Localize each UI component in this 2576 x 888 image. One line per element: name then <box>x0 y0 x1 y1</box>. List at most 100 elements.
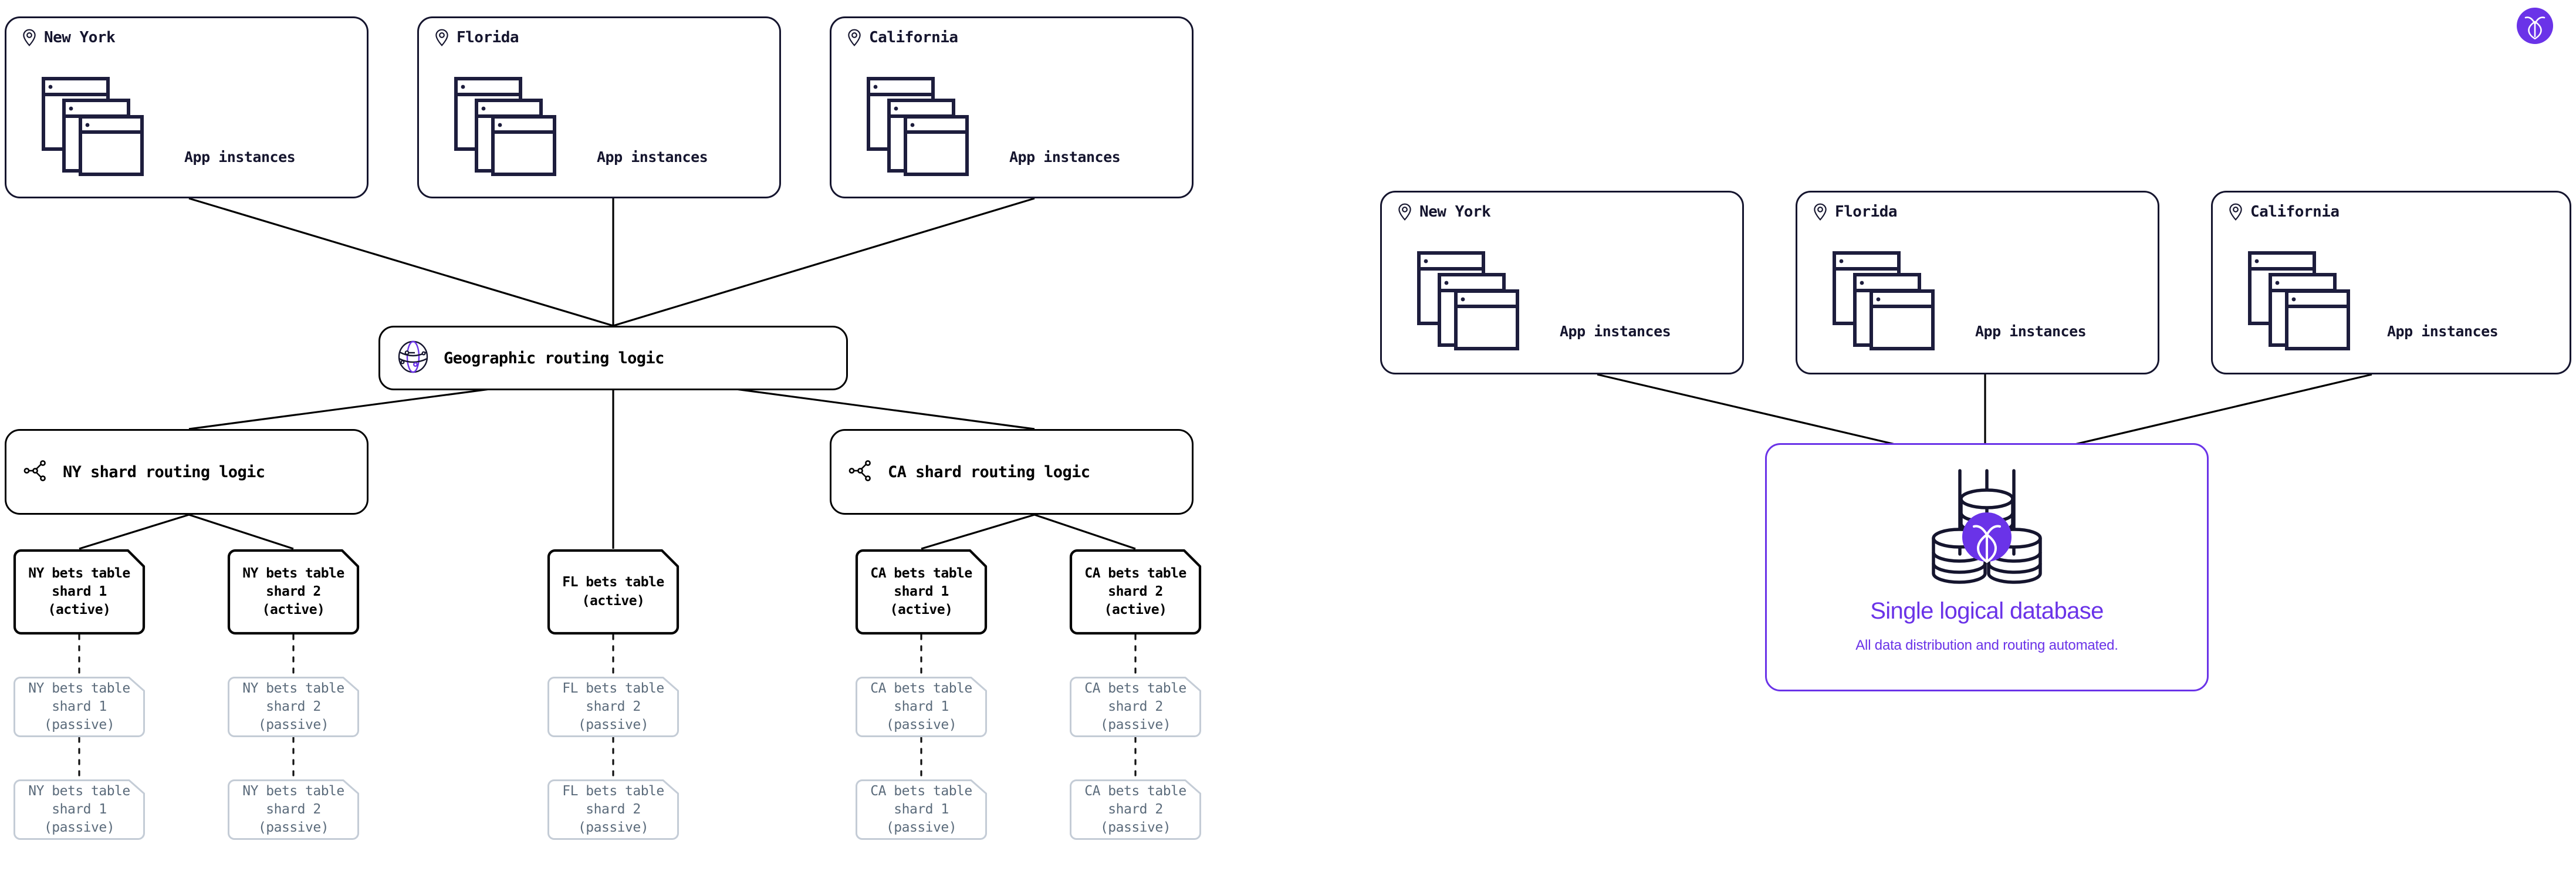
table-line: CA bets table <box>870 565 972 581</box>
app-instances-stack-icon <box>1831 250 1937 355</box>
table-node-label: NY bets table shard 2 (active) <box>227 549 360 635</box>
app-instances-label: App instances <box>1975 323 2087 340</box>
table-line: FL bets table <box>562 680 664 696</box>
ny-shard-routing-logic-label: NY shard routing logic <box>63 462 265 481</box>
table-line: shard 2 <box>266 801 321 817</box>
table-node-ca-shard-1-active[interactable]: CA bets table shard 1 (active) <box>855 549 988 635</box>
ca-shard-routing-logic-label: CA shard routing logic <box>888 462 1090 481</box>
table-node-ny-shard-1-passive-1[interactable]: NY bets table shard 1 (passive) <box>13 676 146 738</box>
table-node-ca-shard-2-passive-1[interactable]: CA bets table shard 2 (passive) <box>1069 676 1202 738</box>
hero-subtitle: All data distribution and routing automa… <box>1855 637 2118 653</box>
map-pin-icon <box>1813 203 1828 221</box>
table-node-fl-shard-2-passive-1[interactable]: FL bets table shard 2 (passive) <box>547 676 680 738</box>
table-line: NY bets table <box>28 680 130 696</box>
table-node-label: NY bets table shard 2 (passive) <box>227 676 360 738</box>
table-line: (passive) <box>577 820 649 836</box>
table-node-label: CA bets table shard 2 (passive) <box>1069 779 1202 840</box>
table-line: NY bets table <box>28 783 130 799</box>
table-line: NY bets table <box>28 565 130 581</box>
app-instances-stack-icon <box>453 76 559 181</box>
table-node-label: CA bets table shard 2 (passive) <box>1069 676 1202 738</box>
location-card-header: California <box>847 29 958 46</box>
app-instances-stack-icon <box>40 76 146 181</box>
app-instances-stack-icon <box>1416 250 1522 355</box>
ny-shard-routing-logic-node[interactable]: NY shard routing logic <box>5 429 369 515</box>
table-node-label: FL bets table shard 2 (passive) <box>547 676 680 738</box>
location-card-california[interactable]: California App instances <box>830 16 1194 198</box>
table-node-label: CA bets table shard 1 (active) <box>855 549 988 635</box>
table-line: CA bets table <box>870 783 972 799</box>
share-nodes-icon <box>22 457 50 487</box>
table-line: CA bets table <box>870 680 972 696</box>
geographic-routing-logic-node[interactable]: Geographic routing logic <box>378 326 848 390</box>
table-line: NY bets table <box>242 680 344 696</box>
app-instances-label: App instances <box>2387 323 2499 340</box>
table-line: shard 1 <box>894 698 949 714</box>
table-line: CA bets table <box>1084 783 1186 799</box>
table-node-fl-active[interactable]: FL bets table (active) <box>547 549 680 635</box>
location-name: Florida <box>1835 203 1898 221</box>
table-line: shard 2 <box>266 583 321 599</box>
table-line: (active) <box>48 602 111 618</box>
table-line: shard 1 <box>894 801 949 817</box>
table-line: (passive) <box>1100 820 1171 836</box>
location-name: California <box>869 29 958 46</box>
right-location-card-california[interactable]: California App instances <box>2211 191 2571 374</box>
single-logical-database-panel[interactable]: Single logical database All data distrib… <box>1765 443 2209 691</box>
cockroachdb-logo-icon[interactable] <box>2517 8 2553 44</box>
table-line: shard 2 <box>266 698 321 714</box>
share-nodes-icon <box>847 457 875 487</box>
table-node-ny-shard-2-active[interactable]: NY bets table shard 2 (active) <box>227 549 360 635</box>
table-node-label: NY bets table shard 1 (passive) <box>13 779 146 840</box>
table-node-ny-shard-1-passive-2[interactable]: NY bets table shard 1 (passive) <box>13 779 146 840</box>
map-pin-icon <box>2228 203 2243 221</box>
table-line: shard 1 <box>894 583 949 599</box>
table-node-ny-shard-1-active[interactable]: NY bets table shard 1 (active) <box>13 549 146 635</box>
diagram-canvas: New York App instances Florida App insta… <box>0 0 2576 888</box>
table-node-ca-shard-1-passive-1[interactable]: CA bets table shard 1 (passive) <box>855 676 988 738</box>
table-line: shard 2 <box>1108 801 1163 817</box>
location-card-header: New York <box>22 29 116 46</box>
table-line: (active) <box>890 602 953 618</box>
location-card-new-york[interactable]: New York App instances <box>5 16 369 198</box>
globe-network-icon <box>395 339 431 377</box>
location-card-header: California <box>2228 203 2340 221</box>
table-node-label: NY bets table shard 1 (passive) <box>13 676 146 738</box>
table-node-ca-shard-2-passive-2[interactable]: CA bets table shard 2 (passive) <box>1069 779 1202 840</box>
app-instances-label: App instances <box>184 148 296 166</box>
table-node-label: CA bets table shard 1 (passive) <box>855 779 988 840</box>
table-line: FL bets table <box>562 575 664 590</box>
table-node-label: CA bets table shard 1 (passive) <box>855 676 988 738</box>
table-line: (passive) <box>258 717 329 733</box>
table-line: (passive) <box>885 717 957 733</box>
location-name: California <box>2250 203 2340 221</box>
location-name: New York <box>44 29 116 46</box>
location-card-header: Florida <box>1813 203 1898 221</box>
app-instances-label: App instances <box>1560 323 1671 340</box>
table-node-ny-shard-2-passive-2[interactable]: NY bets table shard 2 (passive) <box>227 779 360 840</box>
app-instances-label: App instances <box>1009 148 1121 166</box>
right-location-card-florida[interactable]: Florida App instances <box>1796 191 2159 374</box>
right-location-card-new-york[interactable]: New York App instances <box>1380 191 1744 374</box>
table-node-fl-shard-2-passive-2[interactable]: FL bets table shard 2 (passive) <box>547 779 680 840</box>
table-line: NY bets table <box>242 783 344 799</box>
location-name: New York <box>1419 203 1491 221</box>
table-node-ny-shard-2-passive-1[interactable]: NY bets table shard 2 (passive) <box>227 676 360 738</box>
app-instances-stack-icon <box>866 76 971 181</box>
table-node-label: NY bets table shard 1 (active) <box>13 549 146 635</box>
map-pin-icon <box>434 29 449 46</box>
hero-title: Single logical database <box>1870 598 2104 624</box>
app-instances-label: App instances <box>597 148 708 166</box>
table-line: shard 2 <box>1108 583 1163 599</box>
table-node-ca-shard-2-active[interactable]: CA bets table shard 2 (active) <box>1069 549 1202 635</box>
table-node-ca-shard-1-passive-2[interactable]: CA bets table shard 1 (passive) <box>855 779 988 840</box>
table-node-label: NY bets table shard 2 (passive) <box>227 779 360 840</box>
location-card-florida[interactable]: Florida App instances <box>417 16 781 198</box>
ca-shard-routing-logic-node[interactable]: CA shard routing logic <box>830 429 1194 515</box>
table-line: (passive) <box>258 820 329 836</box>
table-line: (active) <box>262 602 325 618</box>
app-instances-stack-icon <box>2247 250 2352 355</box>
table-line: shard 2 <box>586 801 641 817</box>
table-node-label: FL bets table shard 2 (passive) <box>547 779 680 840</box>
table-line: (passive) <box>43 717 115 733</box>
